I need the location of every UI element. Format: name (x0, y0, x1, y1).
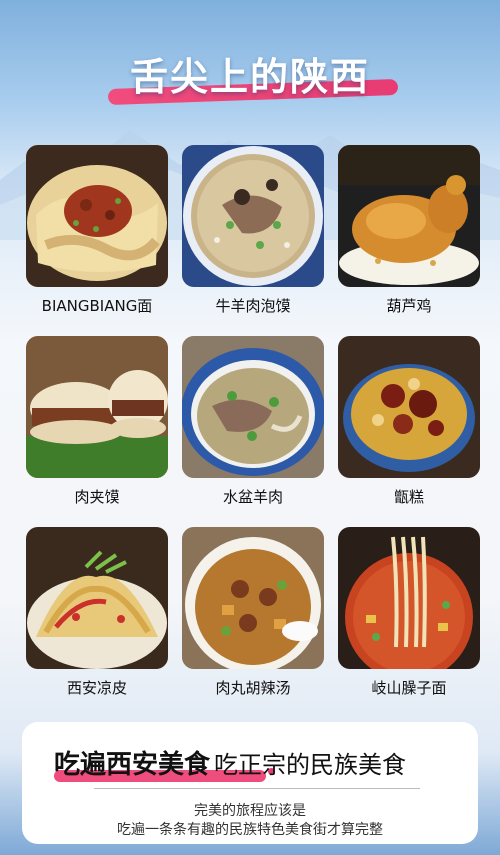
food-card[interactable]: BIANGBIANG面 (26, 145, 168, 316)
food-card[interactable]: 甑糕 (338, 336, 480, 507)
page-header: 舌尖上的陕西 (0, 46, 500, 106)
divider (94, 788, 420, 789)
promo-headline: 吃遍西安美食 吃正宗的民族美食 (54, 744, 470, 781)
food-card[interactable]: 牛羊肉泡馍 (182, 145, 324, 316)
liangpi-photo (26, 527, 168, 669)
hulatang-photo (182, 527, 324, 669)
desc-line-1: 完美的旅程应该是 (194, 803, 306, 819)
promo-card: 吃遍西安美食 吃正宗的民族美食 完美的旅程应该是 吃遍一条条有趣的民族特色美食街才… (22, 722, 478, 844)
food-card[interactable]: 水盆羊肉 (182, 336, 324, 507)
food-name: 肉丸胡辣汤 (215, 679, 291, 697)
food-card[interactable]: 葫芦鸡 (338, 145, 480, 316)
food-name: 牛羊肉泡馍 (215, 297, 291, 315)
promo-description: 完美的旅程应该是 吃遍一条条有趣的民族特色美食街才算完整 (22, 802, 478, 840)
food-name: 岐山臊子面 (371, 679, 447, 697)
paomo-soup-photo (182, 145, 324, 287)
headline-main: 吃遍西安美食 (54, 750, 211, 780)
food-card[interactable]: 西安凉皮 (26, 527, 168, 698)
page-title: 舌尖上的陕西 (129, 55, 370, 99)
roujiamo-photo (26, 336, 168, 478)
mutton-soup-photo (182, 336, 324, 478)
food-name: 肉夹馍 (74, 488, 120, 506)
food-name: BIANGBIANG面 (41, 297, 153, 315)
food-card[interactable]: 肉丸胡辣汤 (182, 527, 324, 698)
food-name: 水盆羊肉 (222, 488, 283, 506)
food-card[interactable]: 肉夹馍 (26, 336, 168, 507)
food-name: 西安凉皮 (66, 679, 127, 697)
headline-sub: 吃正宗的民族美食 (214, 751, 407, 779)
desc-line-2: 吃遍一条条有趣的民族特色美食街才算完整 (117, 822, 383, 838)
biangbiang-noodles-photo (26, 145, 168, 287)
hulu-chicken-photo (338, 145, 480, 287)
food-name: 甑糕 (393, 488, 424, 506)
food-name: 葫芦鸡 (386, 297, 432, 315)
food-card[interactable]: 岐山臊子面 (338, 527, 480, 698)
zenggao-photo (338, 336, 480, 478)
saozi-noodles-photo (338, 527, 480, 669)
